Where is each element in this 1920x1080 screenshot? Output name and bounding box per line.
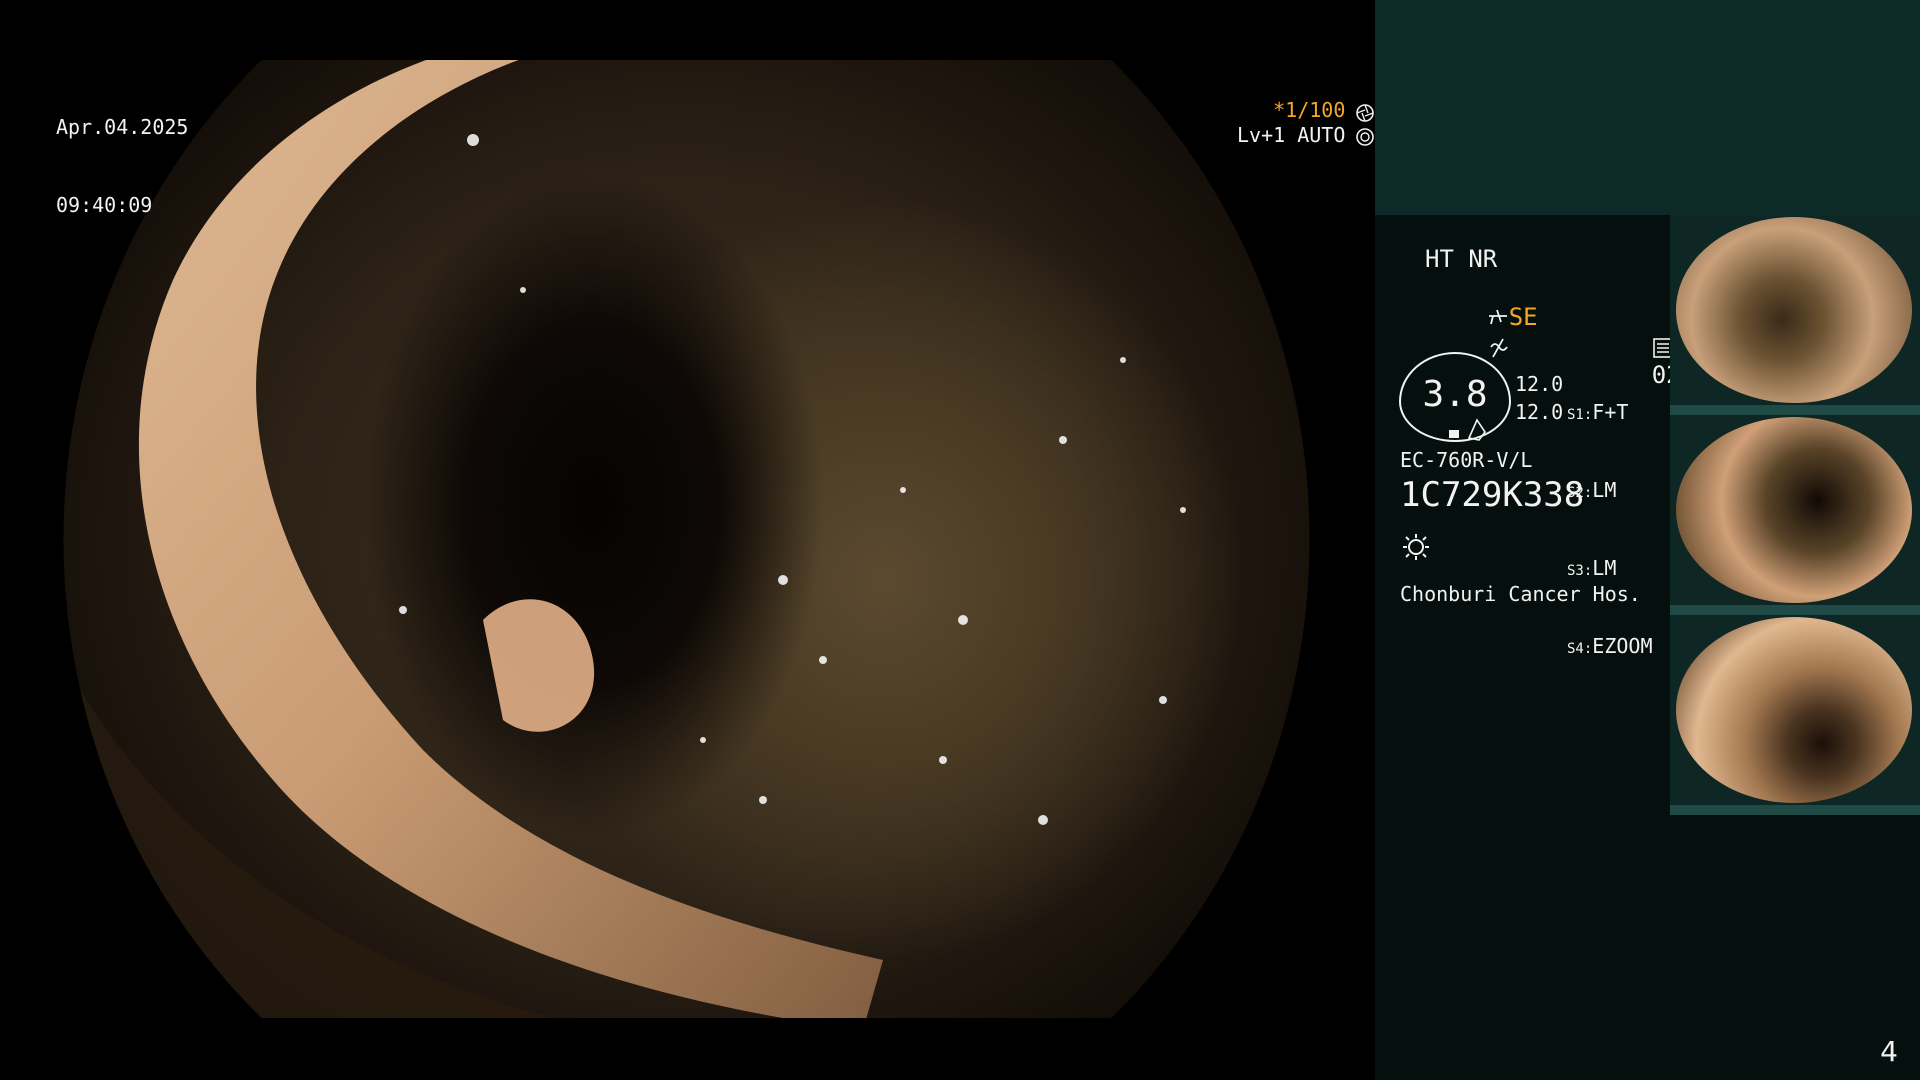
colon-image: [63, 60, 1310, 1018]
shutter-fraction: *1/100: [1273, 98, 1346, 122]
serial-number: 1C729K338: [1400, 475, 1585, 515]
hospital-name: Chonburi Cancer Hos.: [1400, 582, 1641, 606]
mucosal-fold: [63, 60, 1186, 1018]
brightness-icon: [1489, 338, 1508, 358]
s4-value: EZOOM: [1592, 634, 1653, 658]
info-side-panel: HT NR SE 02 3.8 12.0 12.0 S1:F+T S2:LM S…: [1375, 0, 1920, 1080]
level-auto: Lv+1 AUTO: [1236, 122, 1346, 147]
ratio-gauge: 3.8: [1399, 352, 1511, 442]
scope-model: EC-760R-V/L: [1400, 448, 1533, 472]
side-panel-header: [1375, 0, 1920, 215]
se-label: SE: [1508, 303, 1538, 331]
s2-value: LM: [1592, 478, 1617, 502]
scope-switch-list: S1:F+T S2:LM S3:LM S4:EZOOM: [1567, 350, 1653, 712]
s3-value: LM: [1592, 556, 1617, 580]
value-1: 12.0: [1515, 372, 1564, 396]
sun-icon: [1403, 534, 1429, 560]
thumbnail-2[interactable]: [1670, 415, 1920, 615]
gauge-value: 3.8: [1422, 374, 1488, 415]
iris-icon: [1356, 128, 1374, 146]
aperture-icon: [1356, 103, 1374, 122]
value-2: 12.0: [1515, 400, 1564, 424]
s3-label: S3:: [1567, 563, 1593, 579]
thumbnail-1[interactable]: [1670, 215, 1920, 415]
s4-label: S4:: [1567, 641, 1593, 657]
datetime-display: Apr.04.2025 09:40:09: [56, 62, 188, 270]
page-number: 4: [1880, 1035, 1898, 1068]
endoscope-view: Apr.04.2025 09:40:09 *1/100 Lv+1 AUTO: [0, 0, 1375, 1080]
ht-nr-label: HT NR: [1425, 245, 1498, 273]
exposure-readout: *1/100 Lv+1 AUTO: [55, 98, 1375, 147]
time-text: 09:40:09: [56, 193, 153, 217]
value-stack: 12.0 12.0: [1515, 370, 1563, 426]
s1-label: S1:: [1567, 407, 1593, 423]
gauge-marker-icon: [1449, 418, 1486, 441]
s1-value: F+T: [1592, 400, 1629, 424]
thumbnail-3[interactable]: [1670, 615, 1920, 815]
